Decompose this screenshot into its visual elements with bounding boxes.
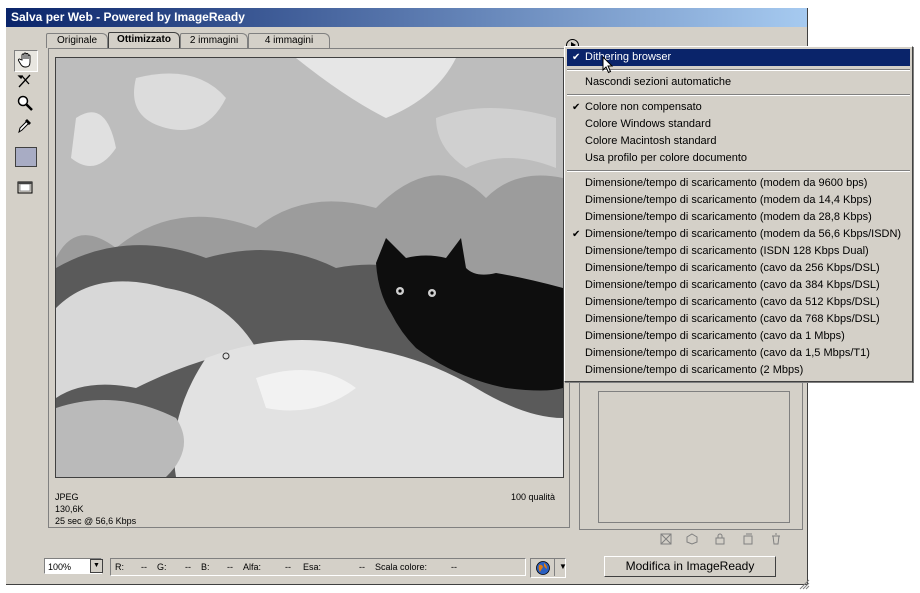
- lock-color-icon[interactable]: [714, 533, 726, 545]
- image-quality: 100 qualità: [511, 492, 556, 502]
- eyedropper-icon: [16, 116, 34, 137]
- menu-item-label: Dimensione/tempo di scaricamento (cavo d…: [585, 313, 880, 325]
- chevron-down-icon: ▼: [93, 562, 100, 569]
- download-time: 25 sec @ 56,6 Kbps: [55, 516, 137, 526]
- readout-g-value: --: [185, 562, 191, 572]
- title-bar[interactable]: Salva per Web - Powered by ImageReady: [6, 8, 807, 27]
- image-size: 130,6K: [55, 504, 84, 514]
- menu-item[interactable]: Colore Macintosh standard: [567, 133, 910, 150]
- mouse-cursor-icon: [602, 55, 614, 77]
- tab-ottimizzato[interactable]: Ottimizzato: [108, 32, 180, 49]
- menu-item-label: Dimensione/tempo di scaricamento (cavo d…: [585, 262, 880, 274]
- readout-hex-label: Esa:: [303, 562, 322, 572]
- edit-in-imageready-button[interactable]: Modifica in ImageReady: [604, 556, 776, 577]
- zoom-dropdown-button[interactable]: ▼: [90, 559, 103, 573]
- tab-4-immagini[interactable]: 4 immagini: [248, 33, 330, 48]
- eyedropper-color-swatch[interactable]: [14, 146, 38, 168]
- menu-item[interactable]: Colore Windows standard: [567, 116, 910, 133]
- eyedropper-tool-button[interactable]: [14, 116, 36, 136]
- menu-item[interactable]: Dimensione/tempo di scaricamento (cavo d…: [567, 328, 910, 345]
- readout-b-value: --: [227, 562, 233, 572]
- menu-separator: [567, 69, 910, 71]
- menu-item[interactable]: Dimensione/tempo di scaricamento (cavo d…: [567, 294, 910, 311]
- window-title: Salva per Web - Powered by ImageReady: [11, 10, 245, 24]
- readout-hex-value: --: [359, 562, 365, 572]
- menu-item[interactable]: Nascondi sezioni automatiche: [567, 74, 910, 91]
- menu-item-label: Dimensione/tempo di scaricamento (ISDN 1…: [585, 245, 869, 257]
- preview-options-menu: ✔ Dithering browser Nascondi sezioni autom…: [564, 46, 913, 382]
- menu-item[interactable]: Dimensione/tempo di scaricamento (cavo d…: [567, 260, 910, 277]
- color-table[interactable]: [598, 391, 790, 523]
- hand-tool-button[interactable]: [14, 50, 38, 72]
- menu-item[interactable]: Dimensione/tempo di scaricamento (modem …: [567, 192, 910, 209]
- menu-item[interactable]: Dimensione/tempo di scaricamento (2 Mbps…: [567, 362, 910, 379]
- menu-separator: [567, 170, 910, 172]
- readout-r-value: --: [141, 562, 147, 572]
- zoom-icon: [16, 94, 34, 115]
- tab-2-immagini[interactable]: 2 immagini: [180, 33, 248, 48]
- menu-item-label: Dimensione/tempo di scaricamento (modem …: [585, 194, 872, 206]
- menu-item[interactable]: ✔ Dithering browser: [567, 49, 910, 66]
- menu-item-label: Dimensione/tempo di scaricamento (cavo d…: [585, 330, 845, 342]
- image-format: JPEG: [55, 492, 79, 502]
- slice-select-icon: [16, 72, 34, 93]
- readout-alpha-label: Alfa:: [243, 562, 262, 572]
- readout-g-label: G:: [157, 562, 167, 572]
- browser-globe-icon: [535, 560, 551, 579]
- slice-select-tool-button[interactable]: [14, 72, 36, 92]
- menu-item[interactable]: Dimensione/tempo di scaricamento (cavo d…: [567, 345, 910, 362]
- menu-item[interactable]: Usa profilo per colore documento: [567, 150, 910, 167]
- menu-item[interactable]: ✔ Dimensione/tempo di scaricamento (modem…: [567, 226, 910, 243]
- menu-item-label: Colore Windows standard: [585, 118, 711, 130]
- menu-item-label: Dimensione/tempo di scaricamento (modem …: [585, 228, 902, 240]
- checkmark-icon: ✔: [572, 102, 581, 113]
- menu-item[interactable]: Dimensione/tempo di scaricamento (modem …: [567, 175, 910, 192]
- checkmark-icon: ✔: [572, 229, 581, 240]
- readout-index-value: --: [451, 562, 457, 572]
- resize-grip-icon[interactable]: [798, 578, 810, 590]
- hand-icon: [17, 51, 35, 72]
- menu-item[interactable]: Dimensione/tempo di scaricamento (modem …: [567, 209, 910, 226]
- browser-dropdown-button[interactable]: ▼: [554, 558, 571, 576]
- menu-item-label: Usa profilo per colore documento: [585, 152, 748, 164]
- menu-item-label: Colore non compensato: [585, 101, 702, 113]
- menu-item[interactable]: Dimensione/tempo di scaricamento (cavo d…: [567, 311, 910, 328]
- web-snap-icon[interactable]: [686, 533, 698, 545]
- menu-item-label: Dimensione/tempo di scaricamento (cavo d…: [585, 296, 880, 308]
- trash-icon[interactable]: [770, 533, 782, 545]
- tab-originale[interactable]: Originale: [46, 33, 108, 48]
- map-transparency-icon[interactable]: [660, 533, 672, 545]
- zoom-tool-button[interactable]: [14, 94, 36, 114]
- preview-image[interactable]: [55, 57, 564, 478]
- chevron-down-icon: ▼: [559, 562, 567, 571]
- eyedropper-color-icon: [15, 147, 37, 167]
- new-color-icon[interactable]: [742, 533, 754, 545]
- readout-index-label: Scala colore:: [375, 562, 428, 572]
- menu-separator: [567, 94, 910, 96]
- toggle-slices-button[interactable]: [14, 178, 36, 198]
- readout-r-label: R:: [115, 562, 124, 572]
- color-readout: R: -- G: -- B: -- Alfa: -- Esa: -- Scala…: [110, 558, 526, 576]
- menu-item-label: Colore Macintosh standard: [585, 135, 717, 147]
- menu-item-label: Dimensione/tempo di scaricamento (cavo d…: [585, 347, 870, 359]
- menu-item-label: Dimensione/tempo di scaricamento (cavo d…: [585, 279, 880, 291]
- menu-item-label: Dithering browser: [585, 51, 672, 63]
- readout-alpha-value: --: [285, 562, 291, 572]
- menu-item[interactable]: Dimensione/tempo di scaricamento (ISDN 1…: [567, 243, 910, 260]
- checkmark-icon: ✔: [572, 52, 581, 63]
- menu-item-label: Dimensione/tempo di scaricamento (modem …: [585, 177, 868, 189]
- readout-b-label: B:: [201, 562, 210, 572]
- menu-item[interactable]: Dimensione/tempo di scaricamento (cavo d…: [567, 277, 910, 294]
- menu-item[interactable]: ✔ Colore non compensato: [567, 99, 910, 116]
- toggle-slices-icon: [16, 178, 34, 199]
- optimized-image-panel: JPEG 130,6K 25 sec @ 56,6 Kbps 100 quali…: [48, 48, 570, 528]
- menu-item-label: Dimensione/tempo di scaricamento (modem …: [585, 211, 872, 223]
- menu-item-label: Dimensione/tempo di scaricamento (2 Mbps…: [585, 364, 804, 376]
